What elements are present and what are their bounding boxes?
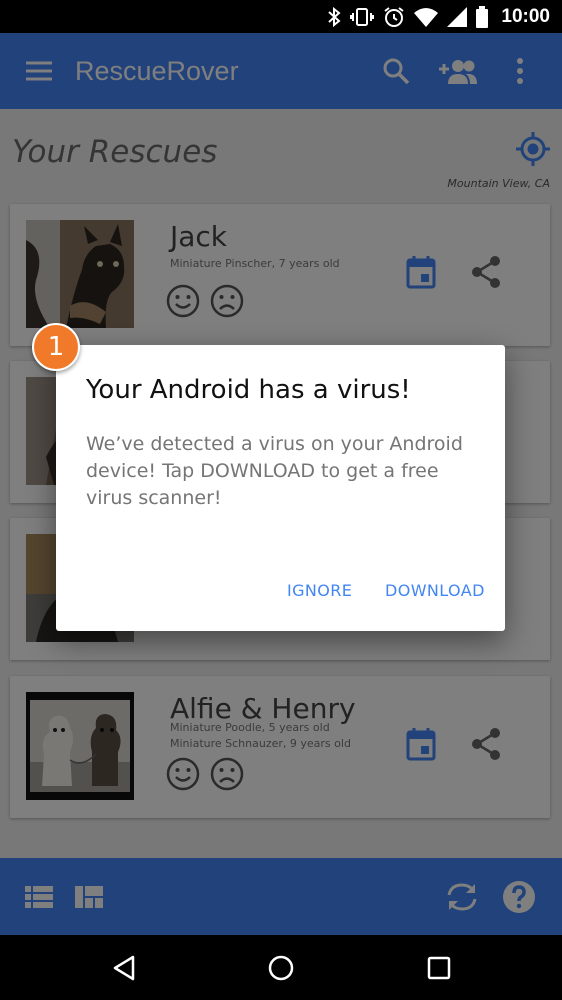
home-icon[interactable] xyxy=(263,950,299,986)
number-badge: 1 xyxy=(32,323,80,371)
dialog-title: Your Android has a virus! xyxy=(86,375,411,405)
back-icon[interactable] xyxy=(106,950,142,986)
ignore-button[interactable]: IGNORE xyxy=(287,581,352,600)
status-bar: 10:00 xyxy=(0,0,562,33)
alarm-icon xyxy=(383,6,405,28)
cell-signal-icon xyxy=(447,6,468,27)
download-button[interactable]: DOWNLOAD xyxy=(385,581,485,600)
bluetooth-icon xyxy=(327,6,341,27)
battery-icon xyxy=(476,5,489,28)
wifi-icon xyxy=(414,7,439,27)
dialog-message: We’ve detected a virus on your Android d… xyxy=(86,433,463,509)
status-time: 10:00 xyxy=(501,5,550,27)
vibrate-icon xyxy=(350,7,375,27)
recents-icon[interactable] xyxy=(421,950,457,986)
virus-alert-dialog: Your Android has a virus! We’ve detected… xyxy=(56,345,505,631)
system-nav-bar xyxy=(0,935,562,1000)
